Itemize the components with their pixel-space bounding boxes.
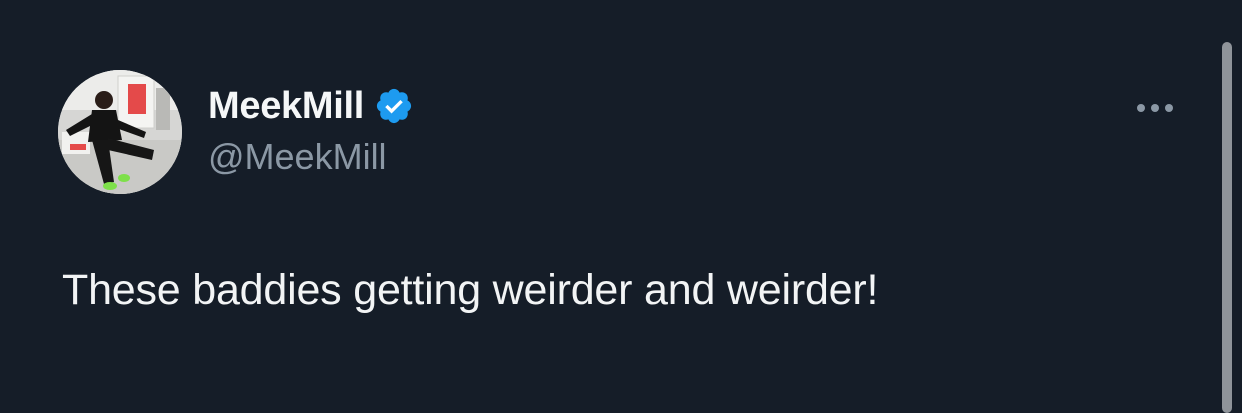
tweet-text: These baddies getting weirder and weirde…	[62, 266, 879, 314]
avatar[interactable]	[58, 70, 182, 194]
tweet-card: MeekMill @MeekMill These baddies getting…	[0, 0, 1242, 413]
name-row: MeekMill	[208, 82, 414, 130]
scrollbar[interactable]	[1222, 42, 1232, 413]
display-name[interactable]: MeekMill	[208, 85, 364, 128]
more-dot	[1165, 104, 1173, 112]
handle[interactable]: @MeekMill	[208, 136, 414, 178]
verified-badge-icon[interactable]	[374, 86, 414, 126]
avatar-photo	[58, 70, 182, 194]
more-dot	[1151, 104, 1159, 112]
author-block: MeekMill @MeekMill	[208, 82, 414, 178]
more-options-icon[interactable]	[1127, 92, 1183, 124]
more-dot	[1137, 104, 1145, 112]
